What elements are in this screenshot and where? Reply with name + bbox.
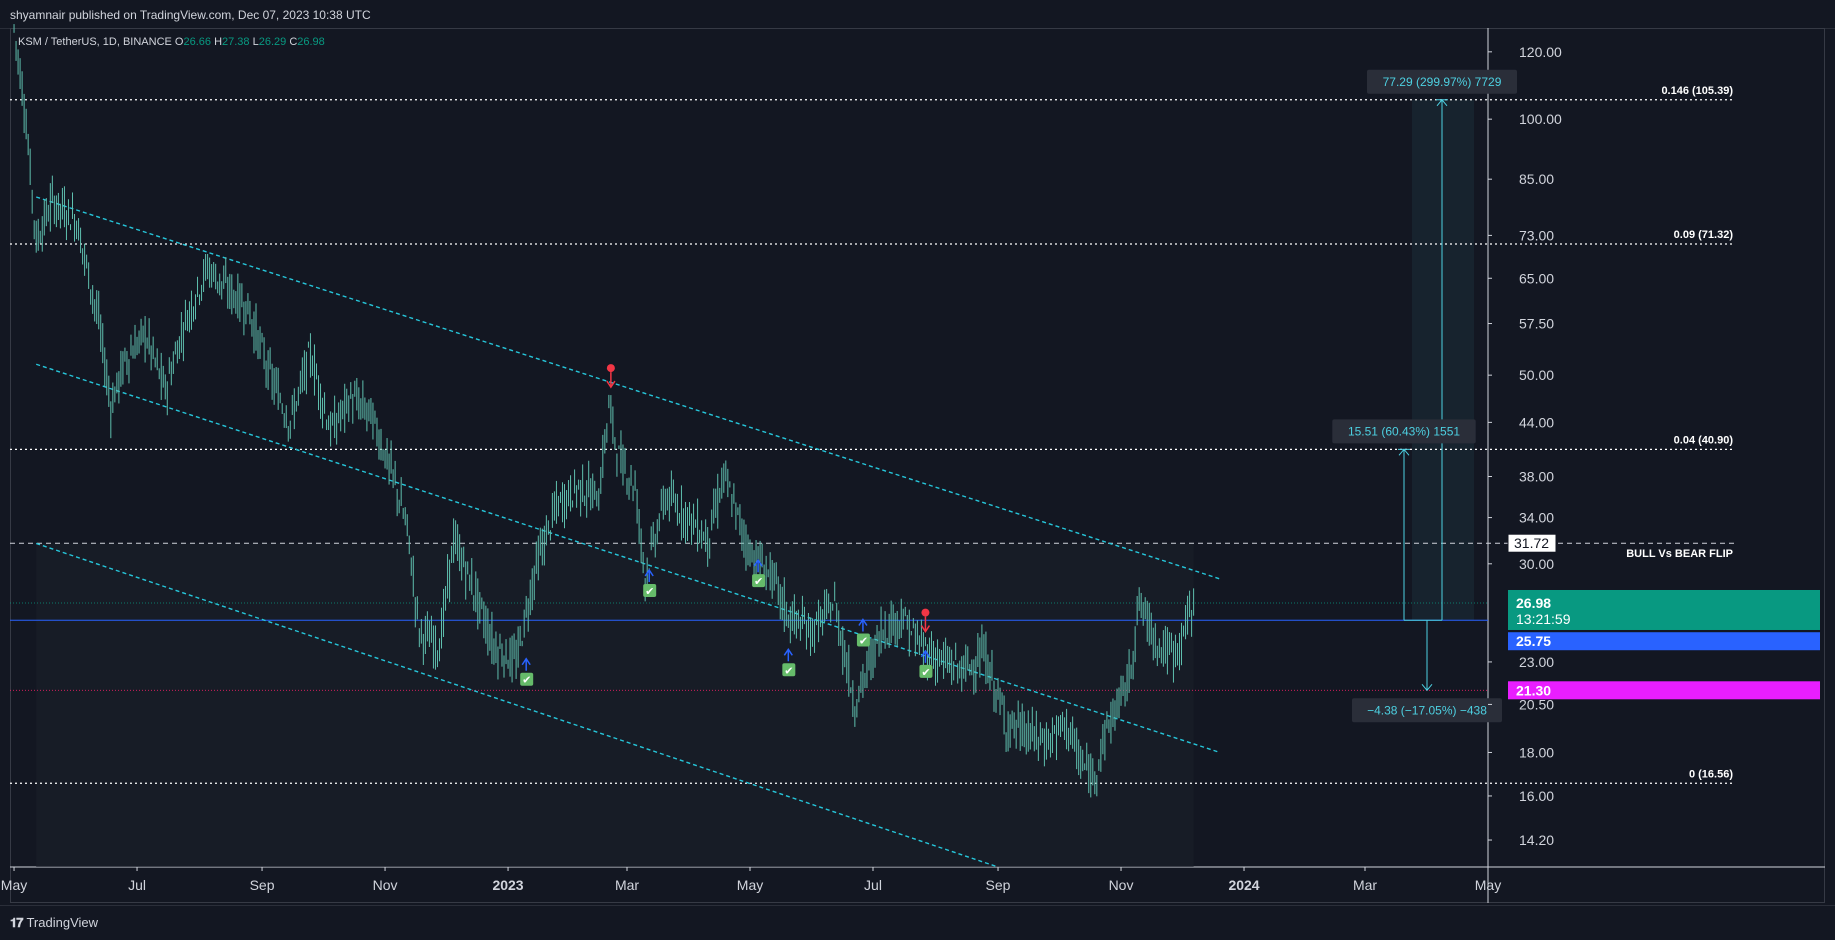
price-tick-label: 16.00 <box>1519 788 1554 804</box>
stop-badge: 21.30 <box>1516 682 1551 698</box>
time-tick-label: Jul <box>864 877 882 893</box>
price-tick-label: 34.00 <box>1519 510 1554 526</box>
price-tick-label: 18.00 <box>1519 744 1554 760</box>
footer-bar: 𝟏𝟕 TradingView <box>0 905 1835 940</box>
price-tick-label: 14.20 <box>1519 832 1554 848</box>
time-tick-label: 2024 <box>1228 877 1259 893</box>
time-tick-label: Mar <box>615 877 639 893</box>
open-label: O <box>172 36 184 48</box>
time-tick-label: May <box>737 877 763 893</box>
symbol-legend: KSM / TetherUS, 1D, BINANCE O26.66 H27.3… <box>18 36 325 48</box>
time-tick-label: Mar <box>1353 877 1377 893</box>
entry-badge: 25.75 <box>1516 633 1551 649</box>
countdown-badge: 13:21:59 <box>1516 611 1571 627</box>
time-tick-label: Jul <box>128 877 146 893</box>
open-value: 26.66 <box>183 36 211 48</box>
price-tick-label: 38.00 <box>1519 469 1554 485</box>
stop-badge-bg <box>1508 681 1820 700</box>
price-tick-label: 57.50 <box>1519 316 1554 332</box>
time-tick-label: May <box>1475 877 1501 893</box>
flip-badge: 31.72 <box>1514 535 1549 551</box>
flip-level-label: BULL Vs BEAR FLIP <box>1626 548 1733 560</box>
price-tick-label: 100.00 <box>1519 111 1562 127</box>
price-tick-label: 73.00 <box>1519 227 1554 243</box>
entry-badge-bg <box>1508 632 1820 651</box>
check-icon: ✔ <box>522 674 531 687</box>
price-tick-label: 65.00 <box>1519 270 1554 286</box>
price-tick-label: 30.00 <box>1519 556 1554 572</box>
price-chart[interactable]: 0.146 (105.39) 0.09 (71.32) 0.04 (40.90) 0 … <box>0 0 1835 905</box>
check-icon: ✔ <box>754 575 763 588</box>
time-tick-label: Nov <box>1109 877 1134 893</box>
high-value: 27.38 <box>222 36 250 48</box>
logo-text: TradingView <box>26 915 99 930</box>
fib-level-label: 0.146 (105.39) <box>1661 85 1733 97</box>
sell-signal-dot <box>606 364 615 373</box>
price-tick-label: 50.00 <box>1519 367 1554 383</box>
high-label: H <box>211 36 222 48</box>
fib-level-label: 0.09 (71.32) <box>1674 229 1734 241</box>
sell-signal-dot <box>921 608 930 617</box>
measure-label: −4.38 (−17.05%) −438 <box>1367 703 1487 717</box>
tradingview-logo-icon: 𝟏𝟕 <box>10 915 24 930</box>
low-label: L <box>250 36 259 48</box>
price-tick-label: 23.00 <box>1519 654 1554 670</box>
time-tick-label: Sep <box>250 877 275 893</box>
channel-line-upper <box>35 196 1221 580</box>
fib-level-label: 0 (16.56) <box>1689 768 1733 780</box>
check-icon: ✔ <box>645 585 654 598</box>
last-price-badge: 26.98 <box>1516 595 1551 611</box>
time-tick-label: Nov <box>373 877 398 893</box>
symbol-pair: KSM / TetherUS, 1D, BINANCE <box>18 36 172 48</box>
check-icon: ✔ <box>859 635 868 648</box>
measure-label: 77.29 (299.97%) 7729 <box>1383 75 1502 89</box>
time-tick-label: 2023 <box>492 877 523 893</box>
measure-zone <box>1412 99 1474 621</box>
low-value: 26.29 <box>259 36 287 48</box>
price-tick-label: 120.00 <box>1519 44 1562 60</box>
historical-zone <box>36 543 1194 867</box>
price-tick-label: 44.00 <box>1519 414 1554 430</box>
tradingview-logo[interactable]: 𝟏𝟕 TradingView <box>10 915 98 931</box>
price-tick-label: 85.00 <box>1519 171 1554 187</box>
check-icon: ✔ <box>921 666 930 679</box>
measure-label: 15.51 (60.43%) 1551 <box>1348 424 1460 438</box>
close-label: C <box>286 36 297 48</box>
check-icon: ✔ <box>784 664 793 677</box>
time-tick-label: Sep <box>986 877 1011 893</box>
fib-level-label: 0.04 (40.90) <box>1674 434 1734 446</box>
time-tick-label: May <box>1 877 27 893</box>
close-value: 26.98 <box>297 36 325 48</box>
